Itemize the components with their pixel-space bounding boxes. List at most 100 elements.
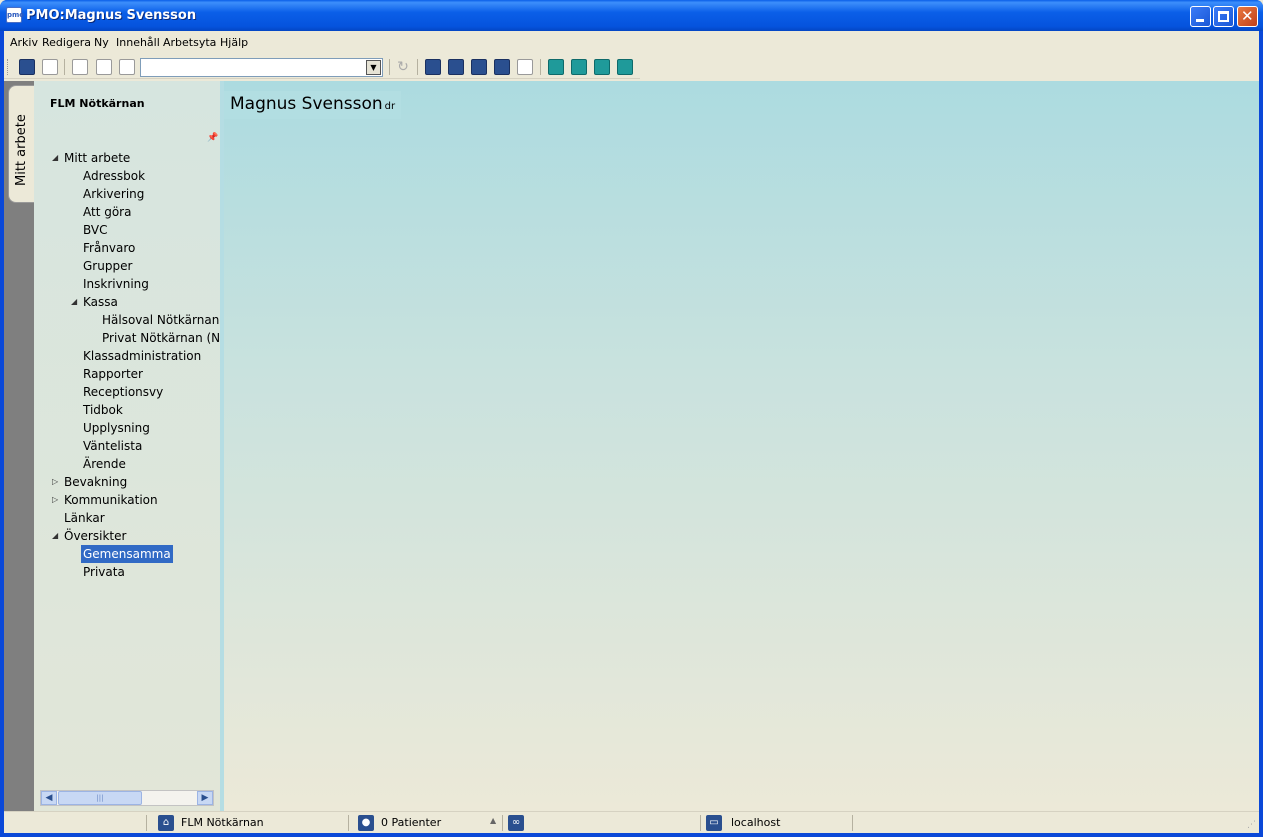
collapse-triangle-icon[interactable]: ◢: [71, 293, 77, 311]
status-host: localhost: [731, 816, 781, 829]
toolbar-grip[interactable]: [7, 59, 10, 75]
caret-up-icon[interactable]: ▲: [490, 816, 496, 825]
tree-item[interactable]: Kassa: [81, 293, 120, 311]
tree-item-label: Grupper: [83, 259, 133, 273]
document-tab[interactable]: Magnus Svensson dr: [224, 91, 402, 119]
menu-redigera[interactable]: Redigera: [42, 36, 91, 49]
nav-title: FLM Nötkärnan: [50, 97, 145, 110]
menu-arbetsyta[interactable]: Arbetsyta: [163, 36, 216, 49]
client-area: Arkiv Redigera Ny Innehåll Arbetsyta Hjä…: [4, 31, 1259, 833]
pin-icon[interactable]: 📌: [207, 133, 218, 143]
tree-item[interactable]: Kommunikation: [62, 491, 160, 509]
tree-item[interactable]: Tidbok: [81, 401, 125, 419]
schedule-icon[interactable]: [617, 59, 633, 75]
tree-item-label: Frånvaro: [83, 241, 136, 255]
tree-item-label: Mitt arbete: [64, 151, 131, 165]
mail-icon[interactable]: [548, 59, 564, 75]
computer-icon: ▭: [706, 815, 722, 831]
content-area: Magnus Svensson dr: [224, 81, 1259, 811]
tree-item[interactable]: Receptionsvy: [81, 383, 165, 401]
status-separator: [502, 815, 503, 831]
tree-item[interactable]: Frånvaro: [81, 239, 137, 257]
maximize-button[interactable]: [1213, 6, 1234, 27]
tree-item[interactable]: Inskrivning: [81, 275, 151, 293]
tree-item-label: Rapporter: [83, 367, 143, 381]
close-button[interactable]: ✕: [1237, 6, 1258, 27]
copy-icon[interactable]: [96, 59, 112, 75]
asterisk-icon[interactable]: [571, 59, 587, 75]
tree-item[interactable]: Rapporter: [81, 365, 145, 383]
tree-item-label: Inskrivning: [83, 277, 149, 291]
menu-innehall[interactable]: Innehåll: [116, 36, 160, 49]
status-separator: [852, 815, 853, 831]
mask-icon[interactable]: ∞: [508, 815, 524, 831]
status-bar: ⌂ FLM Nötkärnan ● 0 Patienter ▲ ∞ ▭ loca…: [4, 811, 1259, 833]
maximize-layout-icon[interactable]: [425, 59, 441, 75]
tree-item[interactable]: Mitt arbete: [62, 149, 132, 167]
title-bar[interactable]: pmo PMO:Magnus Svensson ✕: [0, 0, 1263, 31]
side-tab-mitt-arbete[interactable]: Mitt arbete: [8, 85, 36, 203]
tree-item[interactable]: Översikter: [62, 527, 128, 545]
toolbar-separator: [540, 59, 541, 75]
scroll-left-icon[interactable]: ◀: [41, 791, 57, 805]
tree-item[interactable]: Upplysning: [81, 419, 152, 437]
tree-item-label: Klassadministration: [83, 349, 202, 363]
side-tab-label: Mitt arbete: [14, 114, 29, 186]
minimize-button[interactable]: [1190, 6, 1211, 27]
toolbar-combo[interactable]: ▼: [140, 58, 383, 77]
tree-item[interactable]: Länkar: [62, 509, 107, 527]
single-view-icon[interactable]: [517, 59, 533, 75]
tree-item-label: Bevakning: [64, 475, 128, 489]
refresh-icon[interactable]: ↻: [395, 59, 411, 75]
chevron-down-icon[interactable]: ▼: [366, 60, 381, 75]
resize-grip-icon[interactable]: ⋰: [1247, 820, 1256, 830]
status-separator: [146, 815, 147, 831]
tree-item[interactable]: Privata: [81, 563, 127, 581]
tree-item[interactable]: Väntelista: [81, 437, 144, 455]
tree-item-label: Adressbok: [83, 169, 146, 183]
scroll-right-icon[interactable]: ▶: [197, 791, 213, 805]
horizontal-scrollbar[interactable]: ◀ ||| ▶: [40, 790, 214, 806]
split-vertical-icon[interactable]: [471, 59, 487, 75]
tree-item[interactable]: Ärende: [81, 455, 128, 473]
work-area: Mitt arbete FLM Nötkärnan 📌 Mitt arbete ◢…: [4, 81, 1259, 811]
print-icon[interactable]: [72, 59, 88, 75]
expand-triangle-icon[interactable]: ▷: [52, 491, 58, 509]
tree-item-label: Gemensamma: [81, 545, 173, 563]
tree-item[interactable]: Hälsoval Nötkärnan: [100, 311, 221, 329]
tree-item[interactable]: Adressbok: [81, 167, 147, 185]
tree-item[interactable]: Privat Nötkärnan (N: [100, 329, 222, 347]
tree-item[interactable]: Grupper: [81, 257, 134, 275]
users-icon[interactable]: [594, 59, 610, 75]
search-icon[interactable]: [19, 59, 35, 75]
scroll-thumb[interactable]: |||: [58, 791, 142, 805]
tree-item[interactable]: Gemensamma: [81, 545, 173, 563]
tree-item[interactable]: Bevakning: [62, 473, 129, 491]
tree-item[interactable]: Arkivering: [81, 185, 146, 203]
collapse-triangle-icon[interactable]: ◢: [52, 149, 58, 167]
menu-arkiv[interactable]: Arkiv: [10, 36, 38, 49]
page-icon[interactable]: [119, 59, 135, 75]
tree-item-label: Kommunikation: [64, 493, 158, 507]
tree-item[interactable]: Klassadministration: [81, 347, 203, 365]
tree-item-label: Privata: [83, 565, 125, 579]
menu-ny[interactable]: Ny: [94, 36, 109, 49]
collapse-triangle-icon[interactable]: ◢: [52, 527, 58, 545]
toolbar: ▼ ↻: [4, 55, 640, 79]
tree-item[interactable]: Att göra: [81, 203, 133, 221]
center-layout-icon[interactable]: [448, 59, 464, 75]
tree-item[interactable]: BVC: [81, 221, 109, 239]
window-title: PMO:Magnus Svensson: [26, 8, 197, 23]
status-patients[interactable]: 0 Patienter: [381, 816, 441, 829]
menu-hjalp[interactable]: Hjälp: [220, 36, 248, 49]
navigation-pane: FLM Nötkärnan 📌 Mitt arbete ◢ Adressbok Ark…: [34, 81, 220, 811]
toolbar-separator: [389, 59, 390, 75]
status-separator: [700, 815, 701, 831]
status-unit: FLM Nötkärnan: [181, 816, 264, 829]
person-icon: ●: [358, 815, 374, 831]
close-doc-icon[interactable]: [42, 59, 58, 75]
split-horizontal-icon[interactable]: [494, 59, 510, 75]
document-tab-subtitle: dr: [384, 101, 396, 112]
tree-item-label: BVC: [83, 223, 108, 237]
expand-triangle-icon[interactable]: ▷: [52, 473, 58, 491]
